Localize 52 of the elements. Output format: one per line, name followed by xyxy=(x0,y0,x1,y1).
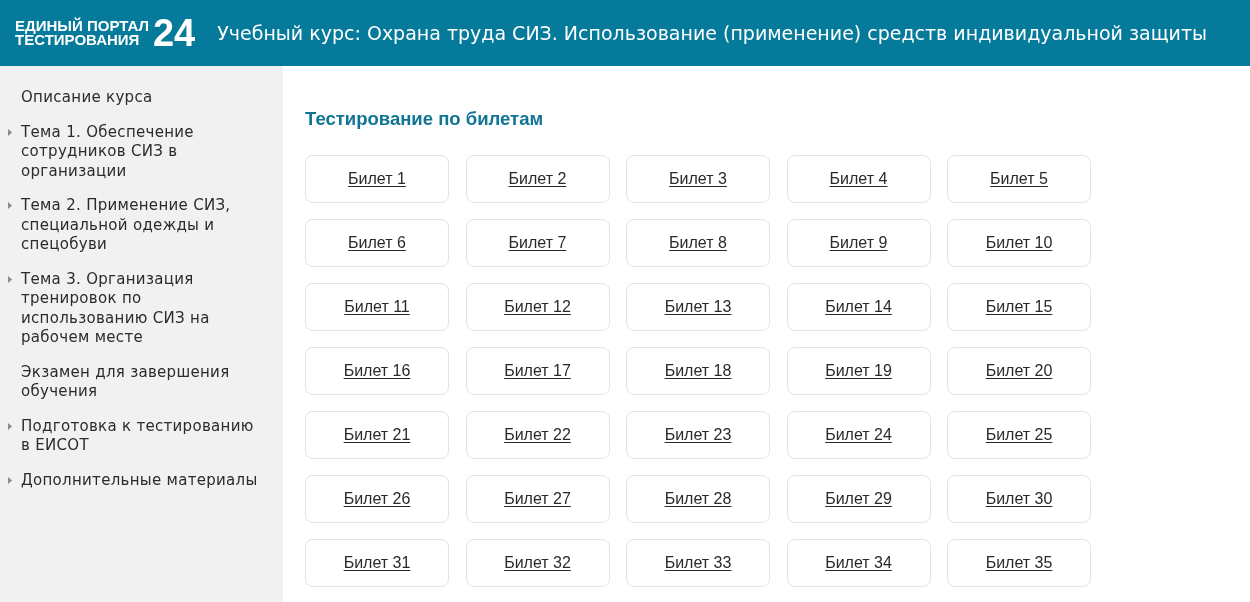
logo-text: ТЕСТИРОВАНИЯ xyxy=(15,33,141,48)
ticket-button[interactable]: Билет 29 xyxy=(786,475,931,523)
ticket-button[interactable]: Билет 15 xyxy=(947,283,1091,331)
ticket-button[interactable]: Билет 33 xyxy=(626,539,770,587)
ticket-button[interactable]: Билет 24 xyxy=(786,411,931,459)
ticket-button[interactable]: Билет 11 xyxy=(305,283,449,331)
ticket-button[interactable]: Билет 28 xyxy=(626,475,770,523)
ticket-button[interactable]: Билет 20 xyxy=(947,347,1091,395)
section-heading: Тестирование по билетам xyxy=(305,107,545,131)
ticket-button[interactable]: Билет 6 xyxy=(305,219,449,267)
ticket-button[interactable]: Билет 27 xyxy=(465,475,610,523)
ticket-button[interactable]: Билет 31 xyxy=(305,539,449,587)
ticket-button[interactable]: Билет 4 xyxy=(786,155,931,203)
sidebar-item[interactable]: Тема 1. Обеспечение сотрудников СИЗ в организации xyxy=(0,122,263,181)
ticket-button[interactable]: Билет 23 xyxy=(626,411,770,459)
sidebar-item[interactable]: Подготовка к тестированию в ЕИСОТ xyxy=(0,416,263,456)
ticket-button[interactable]: Билет 32 xyxy=(465,539,610,587)
sidebar-item[interactable]: Экзамен для завершения обучения xyxy=(0,362,263,402)
ticket-button[interactable]: Билет 17 xyxy=(465,347,610,395)
ticket-button[interactable]: Билет 21 xyxy=(305,411,449,459)
ticket-button[interactable]: Билет 26 xyxy=(305,475,449,523)
ticket-button[interactable]: Билет 7 xyxy=(465,219,610,267)
ticket-button[interactable]: Билет 1 xyxy=(305,155,449,203)
sidebar-item[interactable]: Описание курса xyxy=(0,88,263,108)
ticket-button[interactable]: Билет 14 xyxy=(786,283,931,331)
logo-number: 24 xyxy=(152,14,196,52)
logo-text: ЕДИНЫЙ ПОРТАЛ xyxy=(15,18,149,33)
ticket-button[interactable]: Билет 16 xyxy=(305,347,449,395)
ticket-button[interactable]: Билет 12 xyxy=(465,283,610,331)
sidebar-item[interactable]: Тема 3. Организация тренировок по использованию СИЗ на рабочем месте xyxy=(0,269,263,348)
caret-icon xyxy=(8,202,12,209)
ticket-button[interactable]: Билет 8 xyxy=(626,219,770,267)
ticket-button[interactable]: Билет 10 xyxy=(947,219,1091,267)
ticket-button[interactable]: Билет 34 xyxy=(786,539,931,587)
course-title: Учебный курс: Охрана труда СИЗ. Использование (применение) средств индивидуальной защиты xyxy=(217,22,1207,44)
caret-icon xyxy=(8,476,12,484)
caret-icon xyxy=(8,275,12,283)
ticket-button[interactable]: Билет 5 xyxy=(947,155,1091,203)
ticket-button[interactable]: Билет 25 xyxy=(947,411,1091,459)
ticket-button[interactable]: Билет 19 xyxy=(786,347,931,395)
caret-icon xyxy=(8,422,12,430)
sidebar-item[interactable]: Тема 2. Применение СИЗ, специальной одежды и спецобуви xyxy=(0,196,263,255)
ticket-button[interactable]: Билет 35 xyxy=(947,539,1091,587)
ticket-button[interactable]: Билет 18 xyxy=(626,347,770,395)
ticket-button[interactable]: Билет 13 xyxy=(626,283,770,331)
caret-icon xyxy=(8,128,12,136)
ticket-button[interactable]: Билет 2 xyxy=(465,155,610,203)
sidebar-item[interactable]: Дополнительные материалы xyxy=(0,470,263,490)
ticket-button[interactable]: Билет 22 xyxy=(465,411,610,459)
ticket-button[interactable]: Билет 3 xyxy=(626,155,770,203)
ticket-button[interactable]: Билет 9 xyxy=(786,219,931,267)
ticket-button[interactable]: Билет 30 xyxy=(947,475,1091,523)
